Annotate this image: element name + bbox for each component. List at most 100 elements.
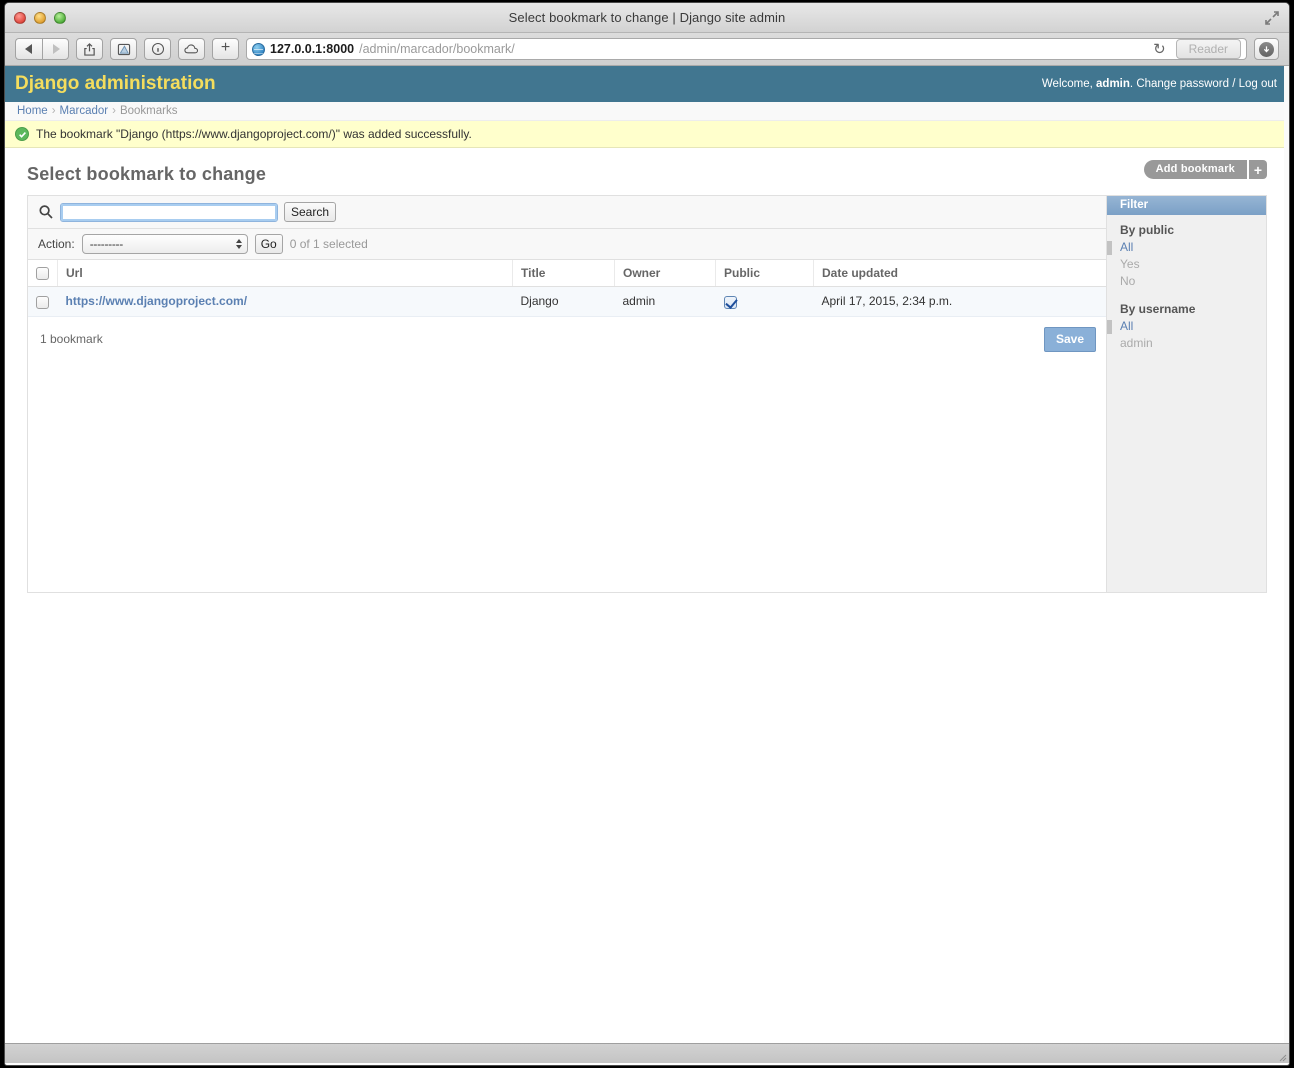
filter-group-title: By username bbox=[1120, 302, 1196, 316]
column-header-date-updated[interactable]: Date updated bbox=[813, 260, 1106, 288]
action-select[interactable]: --------- bbox=[81, 234, 248, 254]
close-button[interactable] bbox=[14, 12, 26, 24]
browser-toolbar: + 127.0.0.1:8000/admin/marcador/bookmark… bbox=[5, 33, 1289, 66]
search-button[interactable]: Search bbox=[284, 202, 337, 222]
window-title: Select bookmark to change | Django site … bbox=[508, 10, 786, 25]
search-icon bbox=[38, 204, 54, 220]
window-title-bar: Select bookmark to change | Django site … bbox=[5, 3, 1289, 33]
filter-group-by-username: By username All admin bbox=[1107, 290, 1266, 352]
column-header-public[interactable]: Public bbox=[715, 260, 814, 288]
filter-group-title: By public bbox=[1120, 223, 1175, 237]
filter-option-username-admin[interactable]: admin bbox=[1120, 335, 1266, 352]
share-icon[interactable] bbox=[76, 38, 103, 60]
address-bar[interactable]: 127.0.0.1:8000/admin/marcador/bookmark/ … bbox=[246, 38, 1247, 60]
downloads-icon[interactable] bbox=[1254, 38, 1279, 60]
row-select-cell bbox=[28, 286, 58, 317]
filter-option-public-no[interactable]: No bbox=[1120, 273, 1266, 290]
minimize-button[interactable] bbox=[34, 12, 46, 24]
cell-url: https://www.djangoproject.com/ bbox=[57, 286, 513, 317]
search-toolbar: Search bbox=[28, 196, 1106, 229]
new-tab-label: + bbox=[220, 39, 231, 56]
welcome-suffix: . bbox=[1129, 78, 1134, 90]
success-check-icon bbox=[15, 127, 29, 141]
table-header-row: Url Title Owner Public Date updated bbox=[28, 260, 1106, 288]
filter-option-username-all[interactable]: All bbox=[1107, 318, 1266, 335]
stepper-arrows-icon bbox=[235, 236, 243, 252]
page-scrollbar[interactable] bbox=[1284, 66, 1289, 1063]
filter-option-public-all[interactable]: All bbox=[1107, 239, 1266, 256]
object-tools: Add bookmark + bbox=[1143, 160, 1267, 179]
browser-window: Select bookmark to change | Django site … bbox=[4, 2, 1290, 1066]
search-input[interactable] bbox=[60, 202, 278, 222]
breadcrumb-separator: › bbox=[112, 105, 116, 117]
action-label: Action: bbox=[38, 237, 75, 251]
filter-option-label[interactable]: admin bbox=[1120, 336, 1153, 350]
icloud-icon[interactable] bbox=[178, 38, 205, 60]
cell-title: Django bbox=[512, 286, 615, 317]
go-button[interactable]: Go bbox=[254, 234, 283, 254]
public-checkbox bbox=[723, 295, 737, 309]
select-all-checkbox[interactable] bbox=[36, 267, 49, 281]
user-tools: Welcome, admin. Change password / Log ou… bbox=[1042, 78, 1277, 90]
filter-header: Filter bbox=[1107, 196, 1266, 215]
filter-option-label[interactable]: All bbox=[1120, 319, 1133, 333]
changelist: Search Action: --------- Go 0 of 1 selec… bbox=[27, 195, 1267, 593]
new-tab-button[interactable]: + bbox=[212, 38, 239, 60]
zoom-button[interactable] bbox=[54, 12, 66, 24]
reader-button[interactable]: Reader bbox=[1175, 39, 1241, 59]
row-select-checkbox[interactable] bbox=[36, 295, 49, 309]
welcome-prefix: Welcome, bbox=[1041, 78, 1093, 90]
add-bookmark-button[interactable]: Add bookmark bbox=[1143, 160, 1247, 179]
add-bookmark-plus-icon[interactable]: + bbox=[1247, 160, 1267, 179]
cell-date-updated: April 17, 2015, 2:34 p.m. bbox=[813, 286, 1106, 317]
changelist-main: Search Action: --------- Go 0 of 1 selec… bbox=[28, 196, 1106, 592]
page-title: Select bookmark to change bbox=[27, 164, 267, 184]
site-brand[interactable]: Django administration bbox=[15, 73, 216, 95]
filter-option-label[interactable]: Yes bbox=[1120, 257, 1140, 271]
action-select-value: --------- bbox=[89, 237, 124, 251]
logout-link[interactable]: Log out bbox=[1239, 78, 1277, 90]
breadcrumb-item-home[interactable]: Home bbox=[17, 105, 48, 117]
change-password-link[interactable]: Change password bbox=[1136, 78, 1229, 90]
navigation-buttons bbox=[15, 38, 69, 60]
breadcrumb-item-bookmarks: Bookmarks bbox=[119, 105, 178, 117]
paginator: 1 bookmark Save bbox=[28, 316, 1106, 364]
current-username: admin bbox=[1096, 78, 1130, 90]
result-count: 1 bookmark bbox=[40, 332, 103, 347]
results-table: Url Title Owner Public Date updated http… bbox=[28, 260, 1106, 317]
status-bar bbox=[5, 1043, 1289, 1063]
filter-option-public-yes[interactable]: Yes bbox=[1120, 256, 1266, 273]
column-header-title[interactable]: Title bbox=[512, 260, 615, 288]
fullscreen-icon[interactable] bbox=[1263, 9, 1281, 27]
filter-options-list: All admin bbox=[1107, 318, 1266, 352]
breadcrumb-separator: › bbox=[51, 105, 56, 117]
top-sites-icon[interactable] bbox=[144, 38, 171, 60]
page-viewport: Django administration Welcome, admin. Ch… bbox=[5, 66, 1289, 1063]
globe-icon bbox=[252, 42, 265, 56]
breadcrumb-item-marcador[interactable]: Marcador bbox=[60, 105, 109, 117]
bookmark-url-link[interactable]: https://www.djangoproject.com/ bbox=[66, 294, 248, 308]
reload-icon[interactable]: ↻ bbox=[1153, 40, 1168, 58]
userlinks-separator: / bbox=[1232, 78, 1236, 90]
filter-sidebar: Filter By public All Yes No By username … bbox=[1106, 196, 1266, 592]
forward-arrow-icon[interactable] bbox=[42, 38, 69, 60]
cell-owner: admin bbox=[614, 286, 716, 317]
filter-group-by-public: By public All Yes No bbox=[1107, 215, 1266, 290]
resize-grip[interactable] bbox=[1275, 1049, 1287, 1062]
save-button[interactable]: Save bbox=[1043, 326, 1096, 352]
table-row[interactable]: https://www.djangoproject.com/ Django ad… bbox=[28, 286, 1106, 317]
back-arrow-icon[interactable] bbox=[15, 38, 42, 60]
admin-header: Django administration Welcome, admin. Ch… bbox=[5, 66, 1289, 102]
column-header-url[interactable]: Url bbox=[57, 260, 513, 288]
url-path: /admin/marcador/bookmark/ bbox=[359, 42, 515, 56]
cell-public bbox=[715, 286, 814, 317]
filter-option-label[interactable]: All bbox=[1120, 240, 1133, 254]
breadcrumb: Home › Marcador › Bookmarks bbox=[5, 102, 1289, 121]
url-host: 127.0.0.1:8000 bbox=[270, 42, 355, 56]
results-table-body: https://www.djangoproject.com/ Django ad… bbox=[28, 286, 1106, 317]
filter-options-list: All Yes No bbox=[1107, 239, 1266, 290]
main-content: Add bookmark + Select bookmark to change… bbox=[5, 148, 1289, 593]
reading-list-icon[interactable] bbox=[110, 38, 137, 60]
column-header-owner[interactable]: Owner bbox=[614, 260, 716, 288]
filter-option-label[interactable]: No bbox=[1120, 274, 1135, 288]
